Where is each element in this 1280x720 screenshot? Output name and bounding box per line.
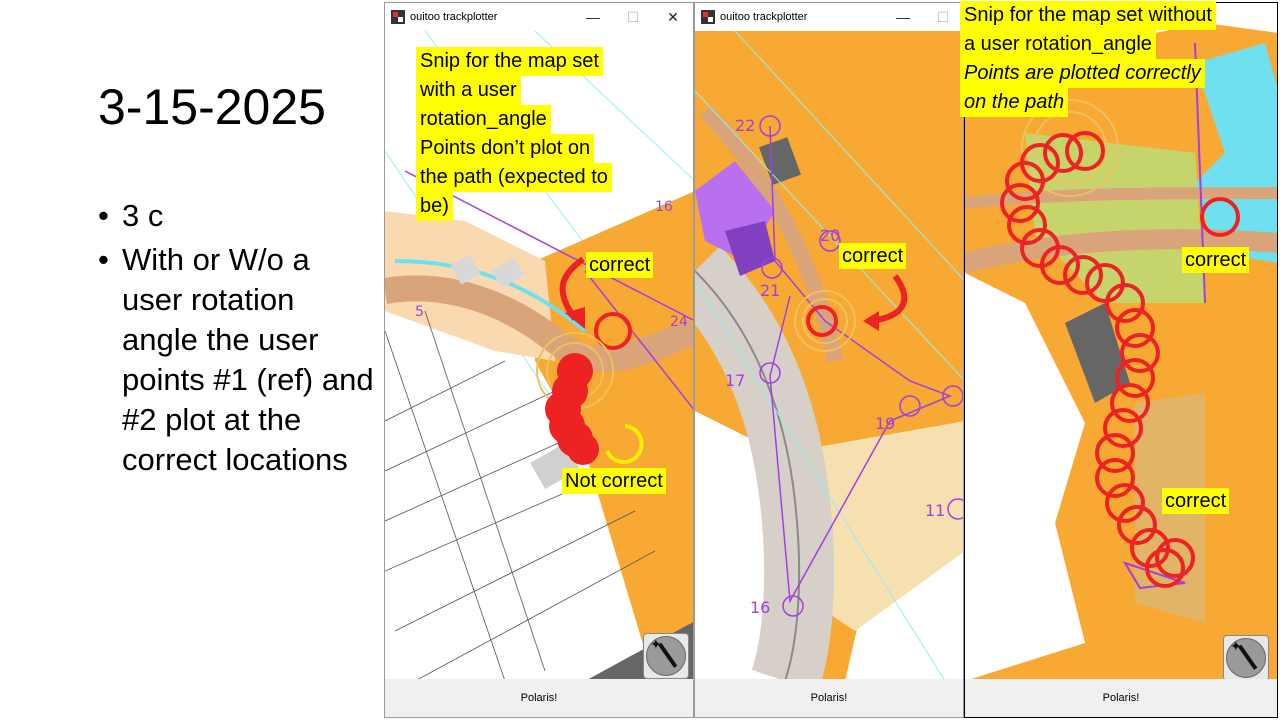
magic-wand-button[interactable] (643, 633, 689, 679)
panel1-correct-label: correct (586, 252, 654, 278)
bullet-dot: • (98, 198, 109, 233)
control-label: 16 (655, 199, 673, 215)
close-icon[interactable]: ✕ (653, 9, 693, 26)
bullet-list: • 3 c • With or W/o a user rotation angle … (98, 196, 378, 484)
panel1-not-correct-label: Not correct (562, 468, 666, 494)
polaris-button[interactable]: Polaris! (385, 679, 693, 717)
map-drawing: 22 20 21 17 19 11 16 (695, 31, 963, 679)
polaris-button[interactable]: Polaris! (965, 679, 1277, 717)
panel3-correct-label-bottom: correct (1162, 488, 1230, 514)
panel3-note: Snip for the map set without a user rota… (960, 1, 1216, 59)
magic-wand-icon (1226, 638, 1266, 678)
window-title: ouitoo trackplotter (410, 11, 498, 23)
bullet-dot: • (98, 242, 109, 277)
control-label: 20 (820, 226, 840, 245)
minimize-icon[interactable]: — (883, 9, 923, 25)
magic-wand-icon (646, 636, 686, 676)
panel2-correct-label: correct (839, 243, 907, 269)
window-titlebar[interactable]: ouitoo trackplotter — ☐ ✕ (385, 3, 693, 31)
control-label: 17 (725, 371, 745, 390)
control-label: 11 (925, 501, 945, 520)
control-label: 5 (415, 304, 424, 320)
panel3-note-italic: Points are plotted correctly on the path (960, 59, 1205, 117)
control-label: 16 (750, 598, 770, 617)
slide-title: 3-15-2025 (98, 79, 326, 135)
app-icon (701, 10, 715, 24)
magic-wand-button[interactable] (1223, 635, 1269, 681)
app-icon (391, 10, 405, 24)
control-label: 19 (875, 414, 895, 433)
bullet-item: • With or W/o a user rotation angle the u… (98, 242, 374, 477)
maximize-icon[interactable]: ☐ (923, 9, 963, 26)
control-label: 21 (760, 281, 780, 300)
panel1-note: Snip for the map set with a user rotatio… (416, 47, 612, 221)
minimize-icon[interactable]: — (573, 9, 613, 25)
window-titlebar[interactable]: ouitoo trackplotter — ☐ (695, 3, 963, 31)
polaris-button[interactable]: Polaris! (695, 679, 963, 717)
bullet-item: • 3 c (98, 196, 378, 236)
map-canvas[interactable]: 22 20 21 17 19 11 16 (695, 31, 963, 679)
panel3-correct-label-top: correct (1182, 247, 1250, 273)
control-label: 22 (735, 116, 755, 135)
trackplotter-window-2: ouitoo trackplotter — ☐ 22 20 21 17 19 1… (694, 2, 964, 718)
window-title: ouitoo trackplotter (720, 11, 808, 23)
control-label: 24 (670, 314, 688, 330)
maximize-icon[interactable]: ☐ (613, 9, 653, 26)
